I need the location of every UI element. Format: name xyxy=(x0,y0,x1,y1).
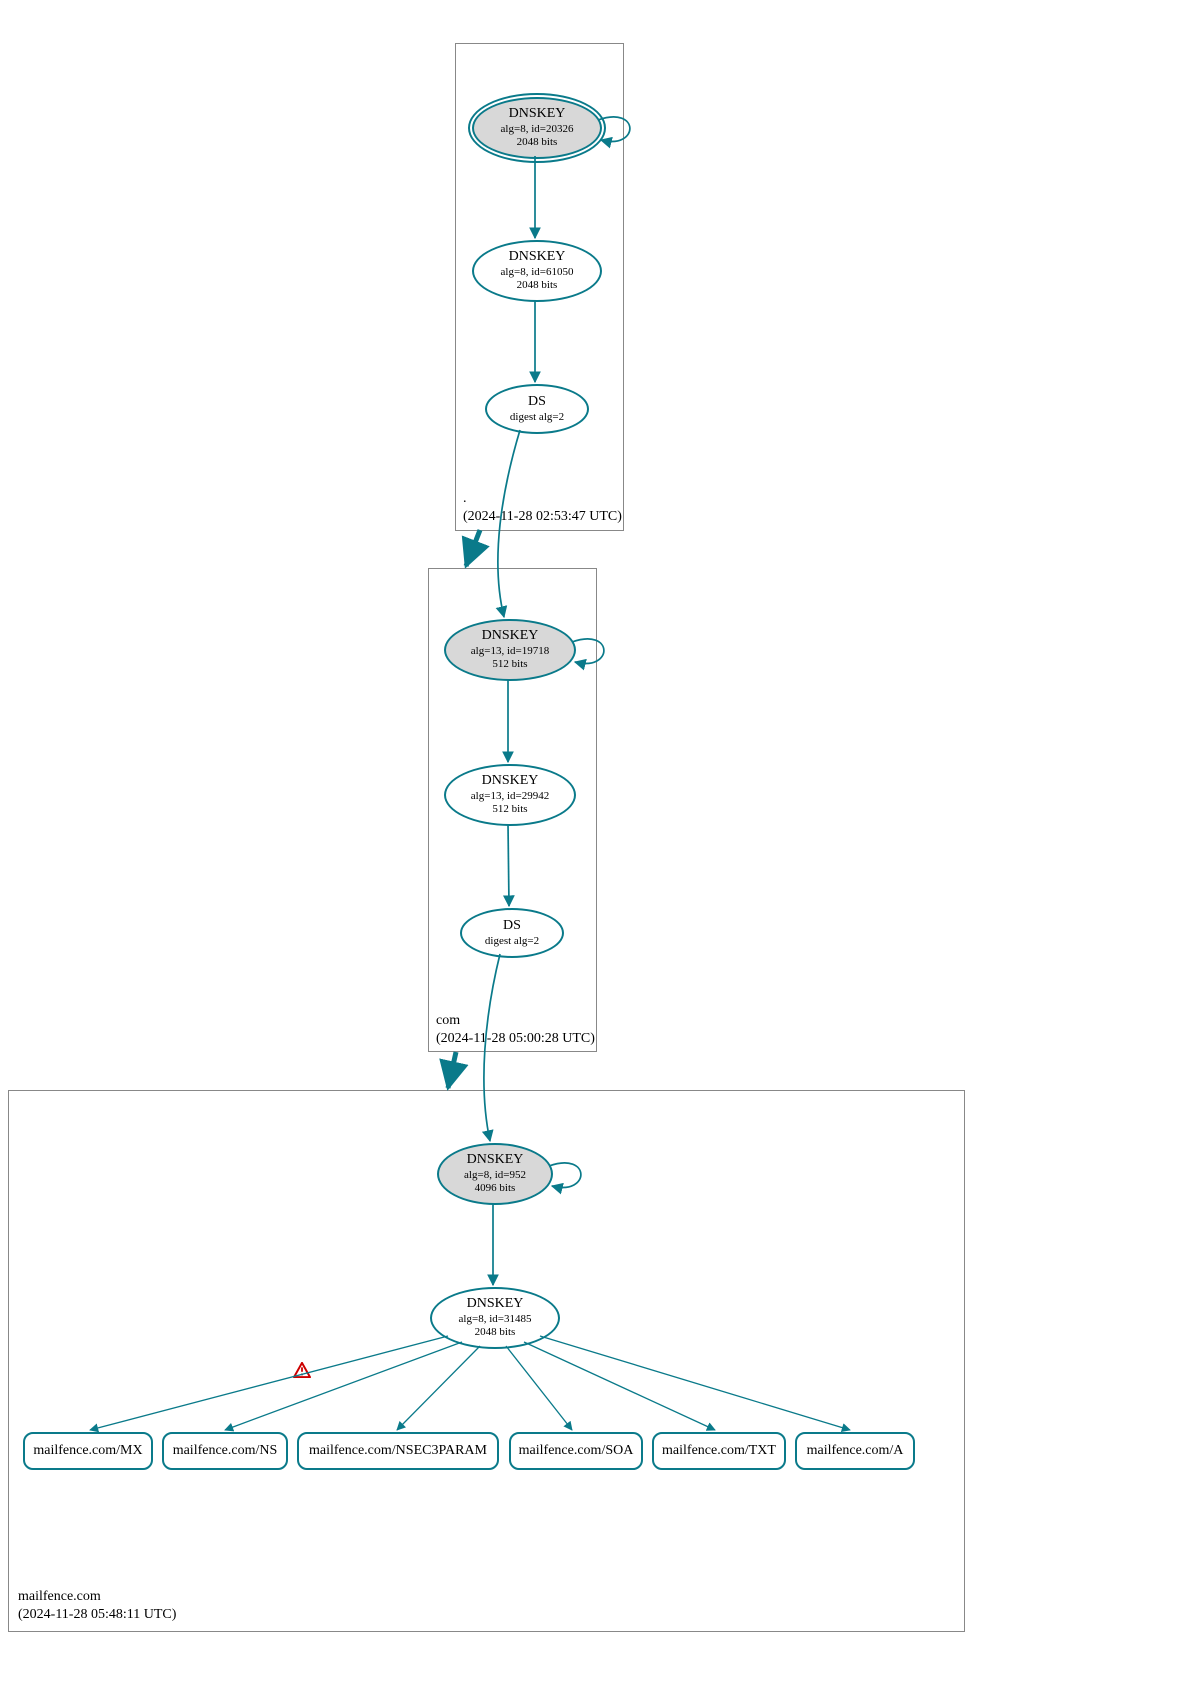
node-com-zsk: DNSKEY alg=13, id=29942 512 bits xyxy=(444,764,576,826)
node-mf-zsk: DNSKEY alg=8, id=31485 2048 bits xyxy=(430,1287,560,1349)
record-soa: mailfence.com/SOA xyxy=(509,1432,643,1470)
record-ns: mailfence.com/NS xyxy=(162,1432,288,1470)
node-mf-zsk-bits: 2048 bits xyxy=(475,1326,516,1339)
node-com-ksk-title: DNSKEY xyxy=(482,628,539,645)
warning-icon xyxy=(293,1362,311,1378)
zone-mailfence-timestamp: (2024-11-28 05:48:11 UTC) xyxy=(18,1607,176,1622)
node-root-ds-title: DS xyxy=(528,394,546,411)
zone-com-timestamp: (2024-11-28 05:00:28 UTC) xyxy=(436,1031,595,1046)
node-com-ksk-bits: 512 bits xyxy=(492,658,527,671)
node-root-zsk-bits: 2048 bits xyxy=(517,279,558,292)
node-com-zsk-alg: alg=13, id=29942 xyxy=(471,790,549,803)
node-mf-zsk-alg: alg=8, id=31485 xyxy=(459,1313,532,1326)
zone-root-name: . xyxy=(463,491,467,506)
zone-com-name: com xyxy=(436,1013,460,1028)
node-root-zsk: DNSKEY alg=8, id=61050 2048 bits xyxy=(472,240,602,302)
node-mf-ksk-bits: 4096 bits xyxy=(475,1182,516,1195)
node-mf-ksk-title: DNSKEY xyxy=(467,1152,524,1169)
node-com-ds: DS digest alg=2 xyxy=(460,908,564,958)
node-root-ds: DS digest alg=2 xyxy=(485,384,589,434)
record-a: mailfence.com/A xyxy=(795,1432,915,1470)
zone-mailfence-name: mailfence.com xyxy=(18,1589,101,1604)
record-nsec3param: mailfence.com/NSEC3PARAM xyxy=(297,1432,499,1470)
zone-root-timestamp: (2024-11-28 02:53:47 UTC) xyxy=(463,509,622,524)
node-mf-ksk-alg: alg=8, id=952 xyxy=(464,1169,526,1182)
node-com-ds-alg: digest alg=2 xyxy=(485,935,539,948)
node-com-ksk-alg: alg=13, id=19718 xyxy=(471,645,549,658)
node-root-zsk-alg: alg=8, id=61050 xyxy=(501,266,574,279)
zone-com-label: com (2024-11-28 05:00:28 UTC) xyxy=(436,1012,595,1048)
zone-mailfence-label: mailfence.com (2024-11-28 05:48:11 UTC) xyxy=(18,1588,176,1624)
node-com-zsk-title: DNSKEY xyxy=(482,773,539,790)
node-mf-ksk: DNSKEY alg=8, id=952 4096 bits xyxy=(437,1143,553,1205)
record-mx: mailfence.com/MX xyxy=(23,1432,153,1470)
node-root-ds-alg: digest alg=2 xyxy=(510,411,564,424)
node-root-ksk: DNSKEY alg=8, id=20326 2048 bits xyxy=(472,97,602,159)
node-com-zsk-bits: 512 bits xyxy=(492,803,527,816)
node-com-ksk: DNSKEY alg=13, id=19718 512 bits xyxy=(444,619,576,681)
node-mf-zsk-title: DNSKEY xyxy=(467,1296,524,1313)
record-txt: mailfence.com/TXT xyxy=(652,1432,786,1470)
node-root-zsk-title: DNSKEY xyxy=(509,249,566,266)
node-root-ksk-alg: alg=8, id=20326 xyxy=(501,123,574,136)
zone-root-label: . (2024-11-28 02:53:47 UTC) xyxy=(463,490,622,526)
node-com-ds-title: DS xyxy=(503,918,521,935)
node-root-ksk-title: DNSKEY xyxy=(509,106,566,123)
node-root-ksk-bits: 2048 bits xyxy=(517,136,558,149)
